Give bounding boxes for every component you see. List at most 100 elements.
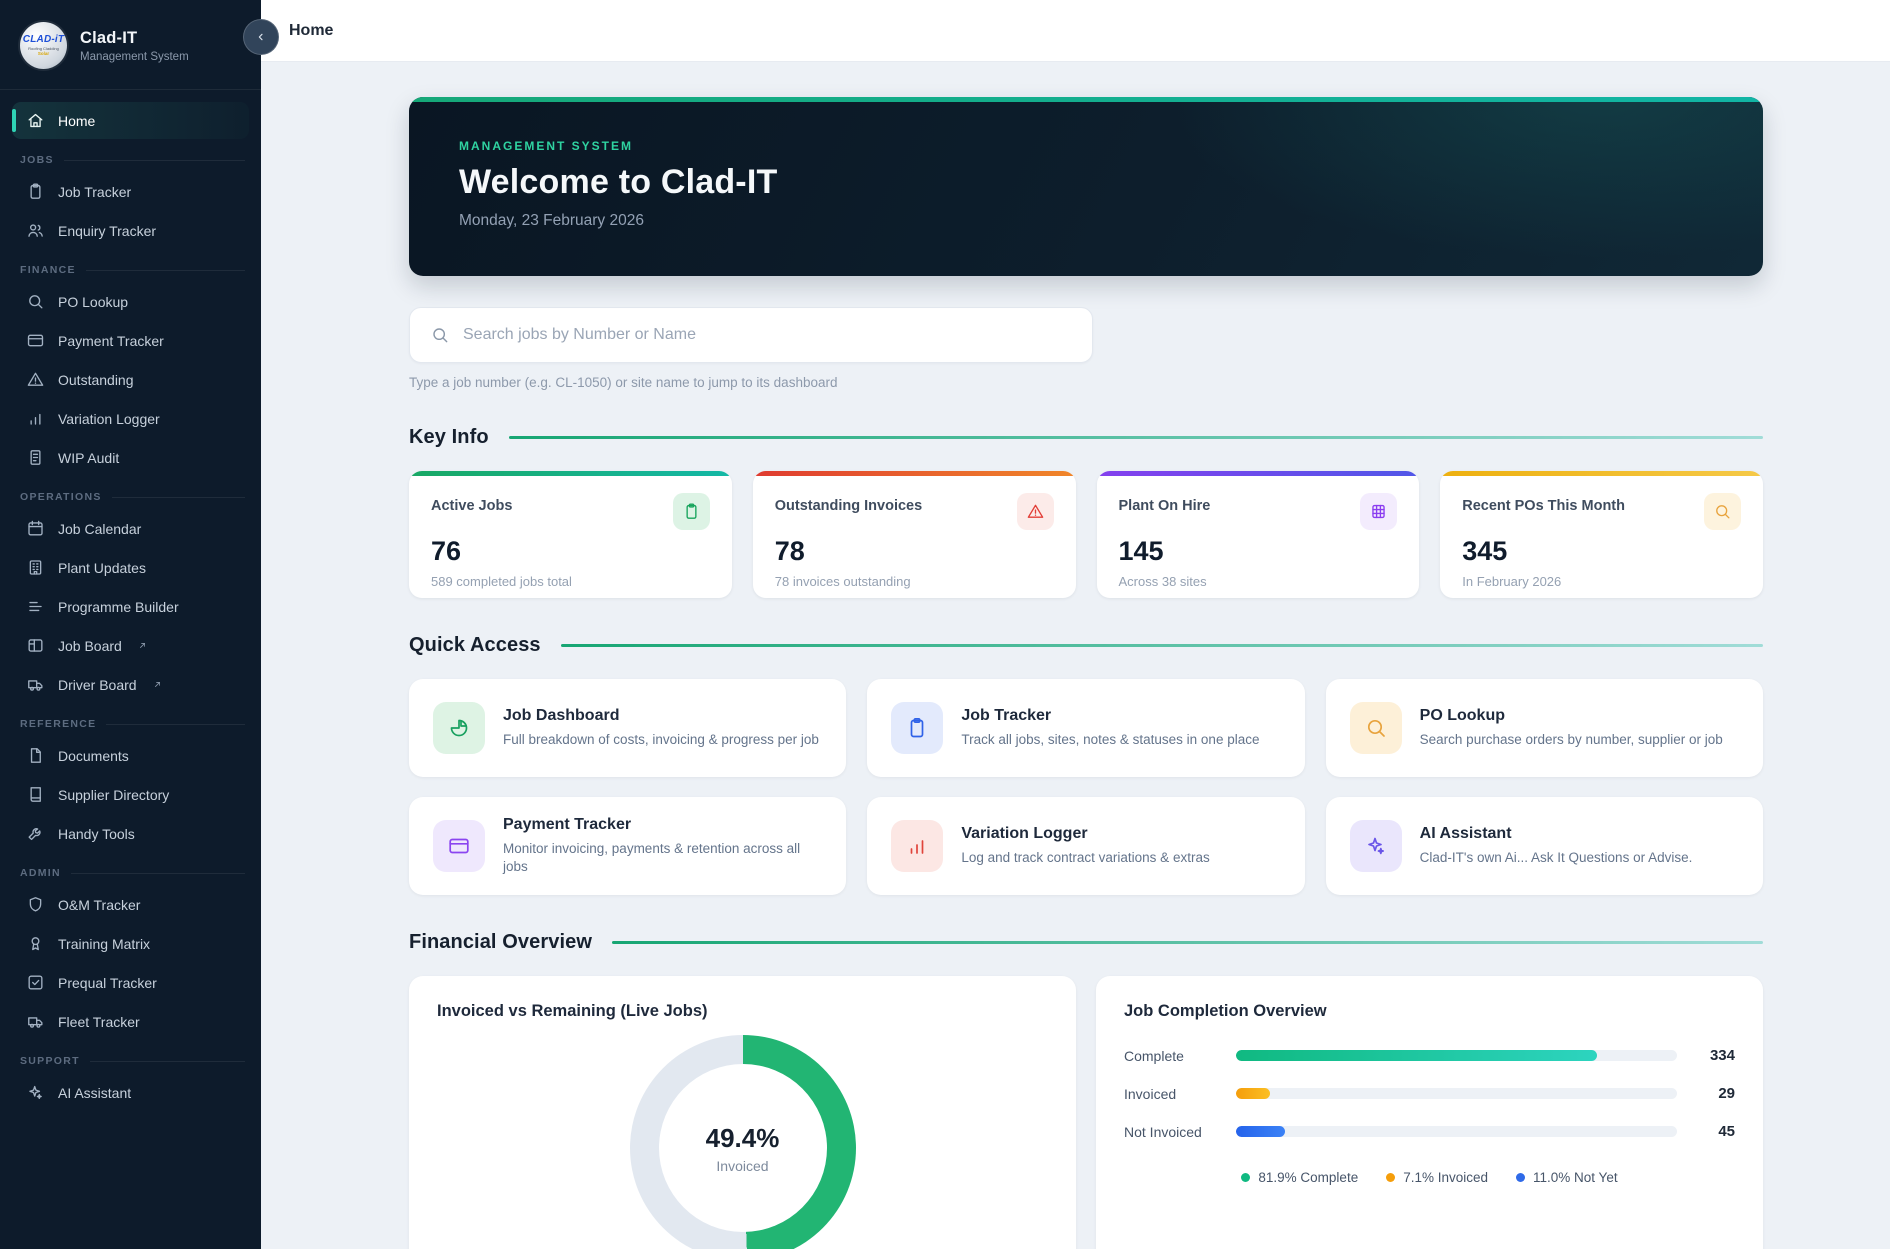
quick-access-card-po-lookup[interactable]: PO Lookup Search purchase orders by numbe… bbox=[1325, 679, 1763, 777]
sidebar-item-enquiry-tracker[interactable]: Enquiry Tracker bbox=[12, 212, 249, 249]
sparkles-icon bbox=[1349, 820, 1402, 872]
job-completion-title: Job Completion Overview bbox=[1124, 1002, 1327, 1020]
completion-legend: 81.9% Complete 7.1% Invoiced 11.0% Not Yet bbox=[1124, 1170, 1735, 1185]
sidebar-section-jobs: JOBS bbox=[20, 154, 245, 166]
receipt-icon bbox=[26, 448, 45, 467]
sidebar-section-finance: FINANCE bbox=[20, 264, 245, 276]
completion-row-value: 29 bbox=[1718, 1085, 1735, 1102]
banner-title: Welcome to Clad-IT bbox=[459, 163, 778, 201]
quick-access-card-variation-logger[interactable]: Variation Logger Log and track contract v… bbox=[867, 797, 1305, 895]
sidebar-item-ai-assistant[interactable]: AI Assistant bbox=[12, 1074, 249, 1111]
sidebar-item-payment-tracker[interactable]: Payment Tracker bbox=[12, 322, 249, 359]
quick-access-card-title: Payment Tracker bbox=[503, 815, 632, 833]
file-icon bbox=[26, 746, 45, 765]
home-icon bbox=[26, 111, 45, 130]
legend-dot bbox=[1241, 1173, 1251, 1182]
completion-bar-track bbox=[1236, 1050, 1677, 1061]
sidebar-item-label: Home bbox=[58, 112, 96, 129]
content-scroll-area[interactable]: MANAGEMENT SYSTEM Welcome to Clad-IT Mon… bbox=[261, 62, 1890, 1249]
completion-bar-track bbox=[1236, 1088, 1677, 1099]
key-info-card-label: Plant On Hire bbox=[1118, 498, 1211, 514]
sidebar-section-divider bbox=[70, 872, 245, 874]
sidebar-item-driver-board[interactable]: Driver Board bbox=[12, 666, 249, 703]
sidebar-item-handy-tools[interactable]: Handy Tools bbox=[12, 815, 249, 852]
sidebar-section-label: SUPPORT bbox=[20, 1055, 80, 1067]
check-square-icon bbox=[26, 973, 45, 992]
list-icon bbox=[26, 597, 45, 616]
search-icon bbox=[1349, 702, 1402, 754]
sidebar-item-o-m-tracker[interactable]: O&M Tracker bbox=[12, 886, 249, 923]
key-info-card-label: Recent POs This Month bbox=[1462, 498, 1625, 514]
legend-item-81-9-complete: 81.9% Complete bbox=[1241, 1170, 1358, 1185]
sidebar-item-label: Handy Tools bbox=[58, 825, 135, 842]
sidebar-item-label: Job Board bbox=[58, 637, 122, 654]
completion-row-not-invoiced: Not Invoiced 45 bbox=[1124, 1123, 1735, 1140]
sidebar-item-fleet-tracker[interactable]: Fleet Tracker bbox=[12, 1003, 249, 1040]
card-accent-strip bbox=[752, 471, 1076, 476]
sidebar-item-home[interactable]: Home bbox=[12, 102, 249, 139]
sidebar-item-label: Job Tracker bbox=[58, 183, 132, 200]
key-info-card-subtext: 78 invoices outstanding bbox=[774, 574, 911, 589]
bar-chart-icon bbox=[891, 820, 944, 872]
card-accent-strip bbox=[1440, 471, 1763, 476]
sidebar-item-documents[interactable]: Documents bbox=[12, 737, 249, 774]
sidebar-item-prequal-tracker[interactable]: Prequal Tracker bbox=[12, 964, 249, 1001]
key-info-title: Key Info bbox=[409, 426, 489, 448]
sidebar-item-job-calendar[interactable]: Job Calendar bbox=[12, 510, 249, 547]
sidebar-item-outstanding[interactable]: Outstanding bbox=[12, 361, 249, 398]
sidebar-item-training-matrix[interactable]: Training Matrix bbox=[12, 925, 249, 962]
external-link-icon bbox=[137, 640, 148, 651]
quick-access-card-text: Variation Logger Log and track contract v… bbox=[961, 825, 1209, 867]
alert-triangle-icon bbox=[1016, 493, 1054, 530]
quick-access-title: Quick Access bbox=[409, 634, 541, 656]
topbar: Home bbox=[261, 0, 1890, 62]
quick-access-card-title: Job Tracker bbox=[961, 706, 1052, 724]
sidebar-section-divider bbox=[106, 723, 245, 725]
key-info-card-label: Outstanding Invoices bbox=[774, 498, 923, 514]
sidebar-section-divider bbox=[111, 496, 245, 498]
search-icon bbox=[430, 325, 450, 345]
credit-card-icon bbox=[433, 820, 485, 872]
donut-chart: 49.4% Invoiced bbox=[629, 1035, 856, 1249]
sidebar-item-job-tracker[interactable]: Job Tracker bbox=[12, 173, 249, 210]
credit-card-icon bbox=[26, 331, 45, 350]
logo-text: CLAD-iT bbox=[22, 34, 65, 45]
quick-access-card-job-tracker[interactable]: Job Tracker Track all jobs, sites, notes … bbox=[867, 679, 1305, 777]
app-title: Clad-IT bbox=[80, 28, 138, 47]
sidebar-collapse-button[interactable] bbox=[243, 19, 279, 55]
legend-label: 11.0% Not Yet bbox=[1533, 1170, 1618, 1185]
sidebar-item-wip-audit[interactable]: WIP Audit bbox=[12, 439, 249, 476]
quick-access-card-job-dashboard[interactable]: Job Dashboard Full breakdown of costs, in… bbox=[409, 679, 847, 777]
pie-chart-icon bbox=[433, 702, 485, 754]
legend-label: 81.9% Complete bbox=[1258, 1170, 1359, 1185]
sidebar-item-label: Variation Logger bbox=[58, 410, 160, 427]
key-info-card-subtext: Across 38 sites bbox=[1118, 574, 1207, 589]
shield-icon bbox=[26, 895, 45, 914]
donut-chart-wrap: 49.4% Invoiced bbox=[437, 1035, 1048, 1249]
sidebar-item-label: Training Matrix bbox=[58, 935, 151, 952]
external-link-icon bbox=[152, 679, 163, 690]
quick-access-card-ai-assistant[interactable]: AI Assistant Clad-IT's own Ai... Ask It Q… bbox=[1325, 797, 1763, 895]
legend-dot bbox=[1516, 1173, 1526, 1182]
sidebar-item-supplier-directory[interactable]: Supplier Directory bbox=[12, 776, 249, 813]
app-root: CLAD-iT Roofing Cladding Solar Clad-IT M… bbox=[0, 0, 1890, 1249]
card-accent-strip bbox=[1096, 471, 1420, 476]
sidebar-item-plant-updates[interactable]: Plant Updates bbox=[12, 549, 249, 586]
completion-row-value: 45 bbox=[1718, 1123, 1735, 1140]
sidebar-item-job-board[interactable]: Job Board bbox=[12, 627, 249, 664]
donut-percentage: 49.4% bbox=[705, 1122, 780, 1153]
users-icon bbox=[26, 221, 45, 240]
clipboard-icon bbox=[672, 493, 710, 530]
logo-tag: Solar bbox=[37, 50, 50, 56]
quick-access-heading: Quick Access bbox=[409, 634, 1763, 657]
sidebar-item-variation-logger[interactable]: Variation Logger bbox=[12, 400, 249, 437]
sidebar-item-po-lookup[interactable]: PO Lookup bbox=[12, 283, 249, 320]
sidebar-item-label: O&M Tracker bbox=[58, 896, 141, 913]
sidebar-item-programme-builder[interactable]: Programme Builder bbox=[12, 588, 249, 625]
calendar-icon bbox=[26, 519, 45, 538]
app-title-block: Clad-IT Management System bbox=[80, 29, 189, 63]
job-search-input[interactable] bbox=[463, 326, 1072, 344]
legend-dot bbox=[1386, 1173, 1396, 1182]
quick-access-card-payment-tracker[interactable]: Payment Tracker Monitor invoicing, paymen… bbox=[409, 797, 847, 895]
sidebar-section-label: FINANCE bbox=[20, 264, 76, 276]
